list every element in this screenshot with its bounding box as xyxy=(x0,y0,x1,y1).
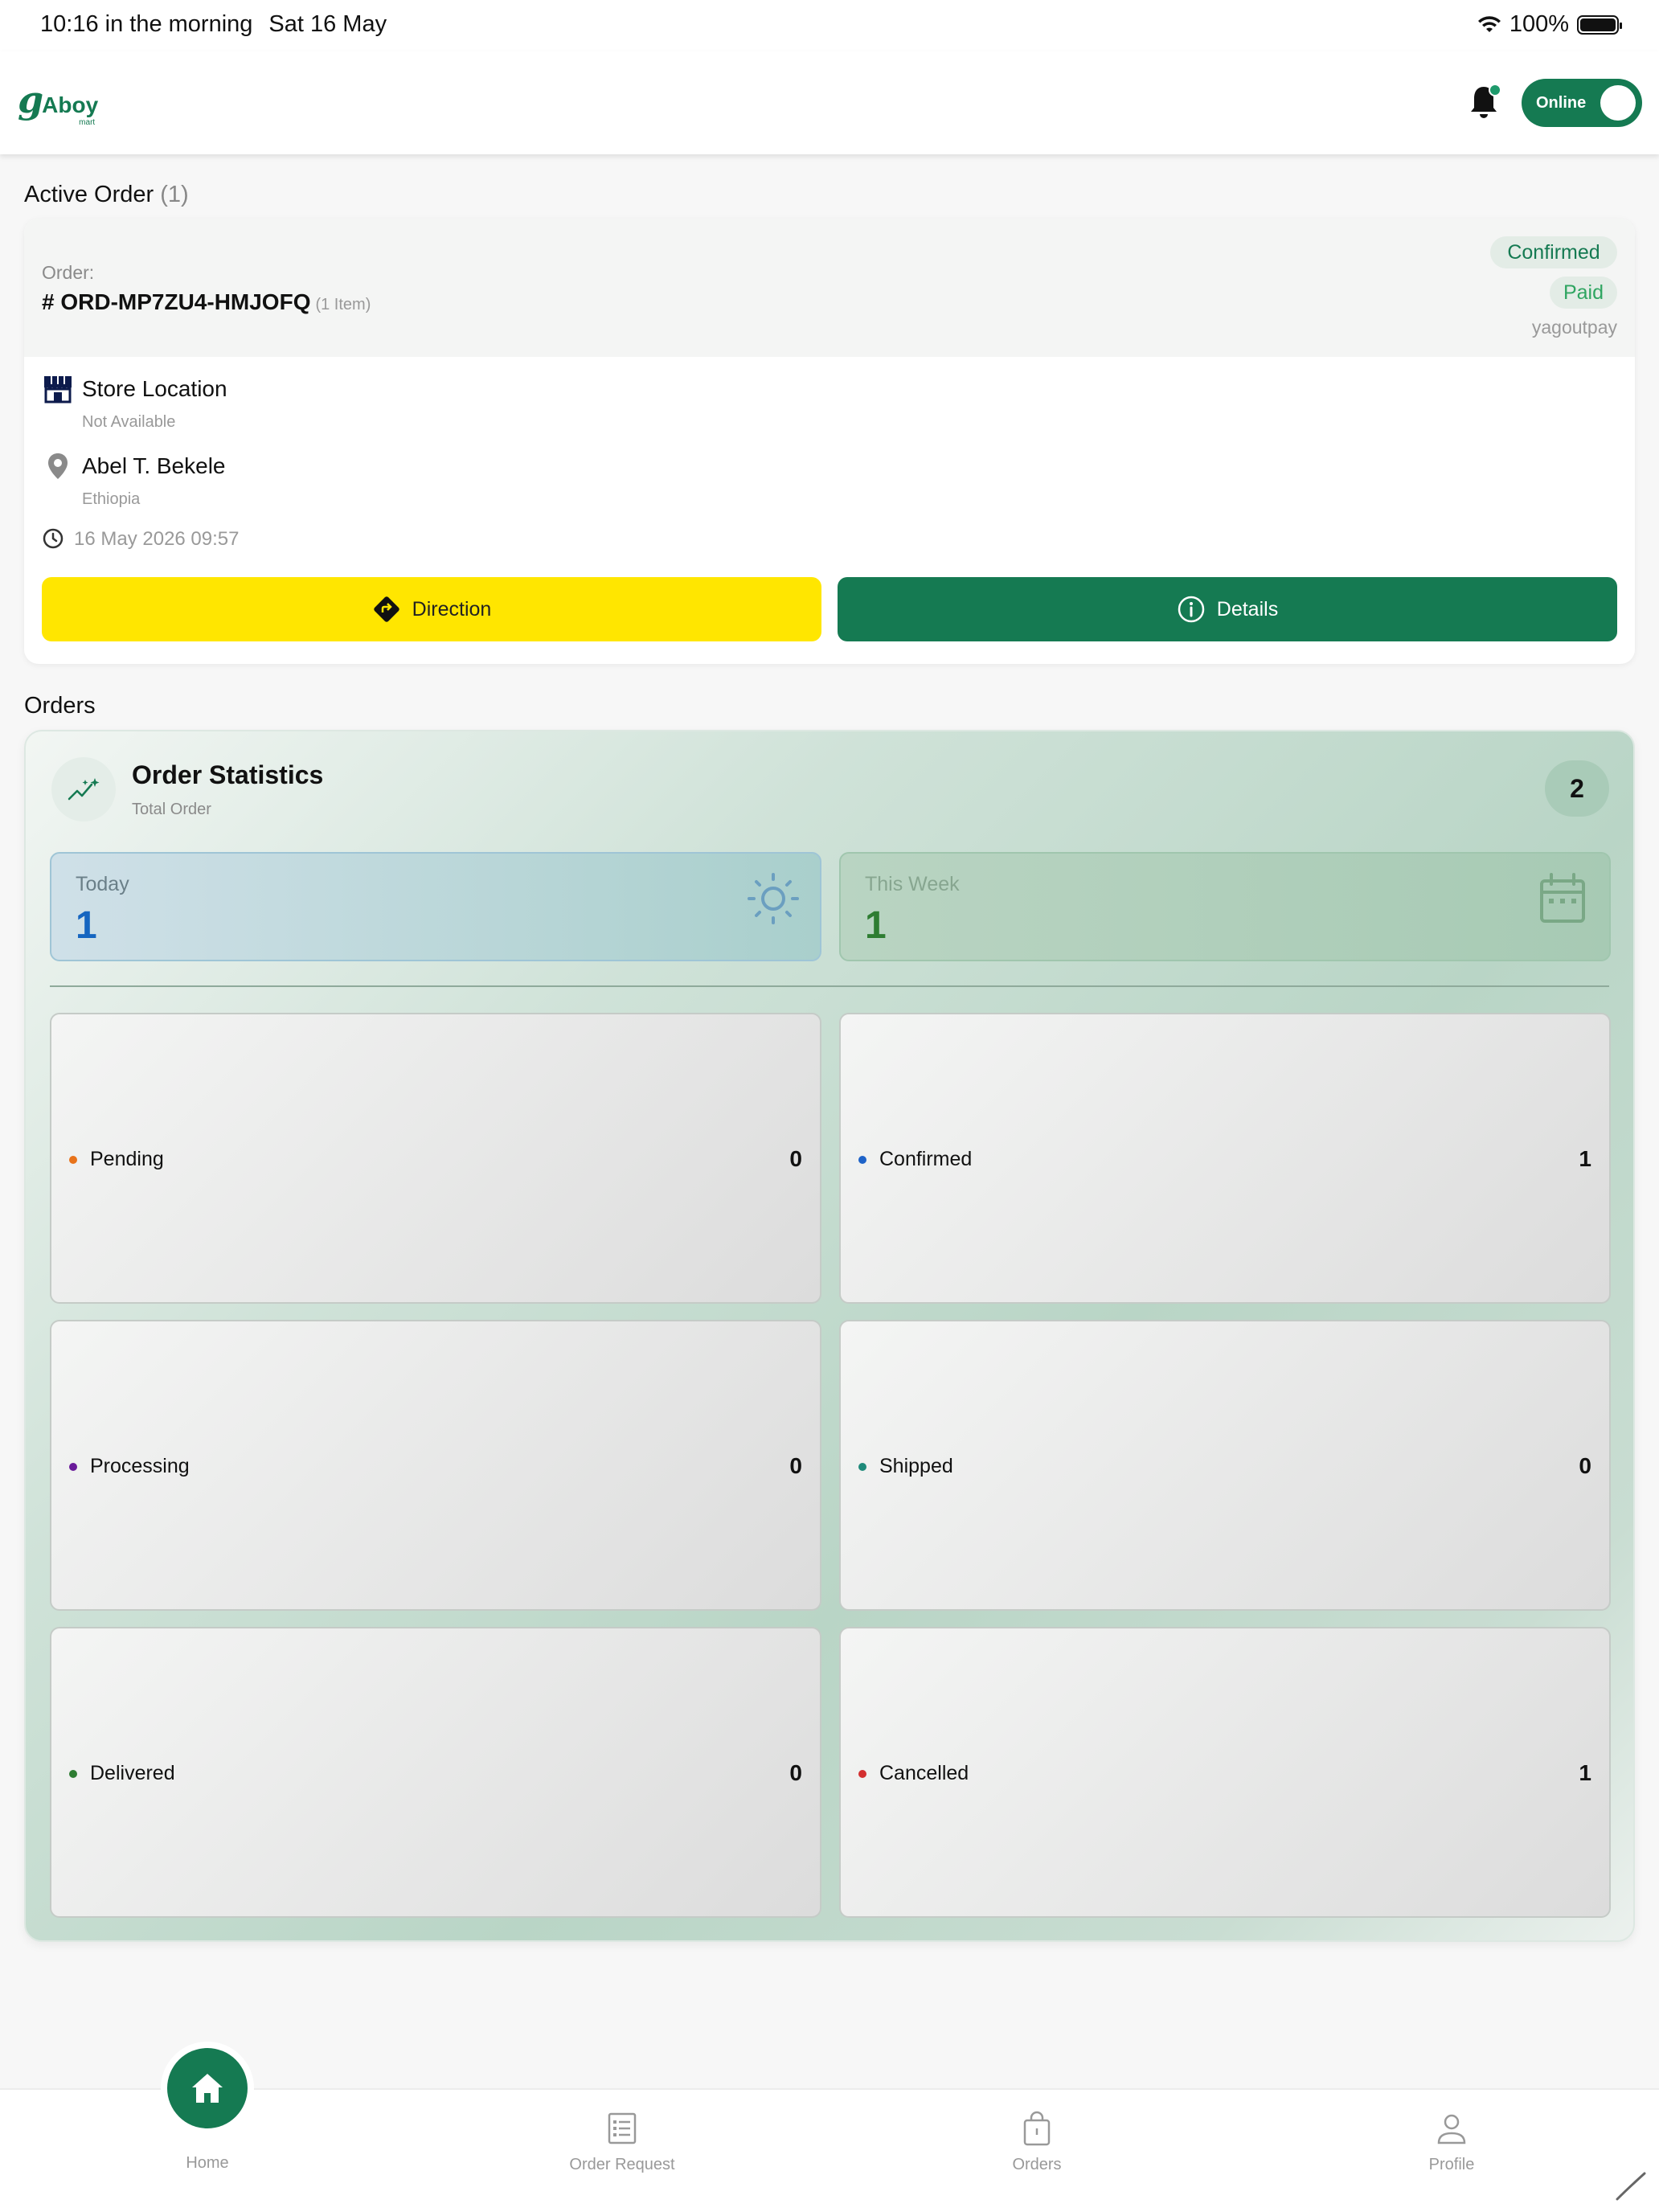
status-count: 0 xyxy=(789,1146,802,1171)
order-card-header: Order: # ORD-MP7ZU4-HMJOFQ (1 Item) Confi… xyxy=(24,219,1635,357)
status-dot xyxy=(69,1770,77,1778)
today-value: 1 xyxy=(76,904,97,947)
active-order-card[interactable]: Order: # ORD-MP7ZU4-HMJOFQ (1 Item) Confi… xyxy=(24,219,1635,664)
details-button[interactable]: Details xyxy=(838,577,1617,641)
status-dot xyxy=(69,1463,77,1471)
status-tile-processing[interactable]: Processing 0 xyxy=(50,1320,821,1611)
stats-title: Order Statistics xyxy=(132,760,324,789)
list-icon xyxy=(608,2112,637,2144)
nav-home-button[interactable] xyxy=(161,2042,254,2135)
active-order-title-text: Active Order xyxy=(24,182,154,207)
online-label: Online xyxy=(1536,94,1587,112)
status-dot xyxy=(858,1463,866,1471)
wifi-icon xyxy=(1477,15,1501,32)
status-tile-delivered[interactable]: Delivered 0 xyxy=(50,1627,821,1918)
direction-button[interactable]: Direction xyxy=(42,577,821,641)
notification-dot xyxy=(1489,84,1501,96)
status-tile-pending[interactable]: Pending 0 xyxy=(50,1013,821,1304)
stats-divider xyxy=(50,985,1609,987)
online-toggle[interactable]: Online xyxy=(1522,79,1642,127)
nav-order-request-label: Order Request xyxy=(569,2156,675,2173)
date-text: Sat 16 May xyxy=(268,11,387,37)
status-bar: 10:16 in the morning Sat 16 May 100% xyxy=(0,0,1659,51)
today-label: Today xyxy=(76,873,129,895)
shopping-bag-icon xyxy=(1023,2111,1051,2146)
order-status-badge: Confirmed xyxy=(1490,236,1617,268)
status-tile-confirmed[interactable]: Confirmed 1 xyxy=(839,1013,1611,1304)
battery-icon xyxy=(1577,14,1622,35)
home-fab-inner xyxy=(167,2048,248,2128)
status-time: 10:16 in the morning Sat 16 May xyxy=(40,11,387,38)
logo-sub: mart xyxy=(79,118,96,127)
status-label: Delivered xyxy=(90,1762,175,1784)
status-label: Processing xyxy=(90,1455,190,1477)
details-button-label: Details xyxy=(1216,597,1279,621)
clock-text: 10:16 in the morning xyxy=(40,11,253,37)
today-box: Today 1 xyxy=(50,852,821,961)
app-logo: g Aboy mart xyxy=(18,78,99,127)
direction-button-label: Direction xyxy=(412,597,492,621)
status-label: Confirmed xyxy=(879,1148,973,1170)
status-count: 0 xyxy=(789,1453,802,1478)
status-count: 0 xyxy=(789,1760,802,1785)
store-location-title: Store Location xyxy=(82,376,227,401)
store-icon xyxy=(44,376,72,403)
payment-method: yagoutpay xyxy=(1531,317,1617,338)
status-label: Pending xyxy=(90,1148,164,1170)
orders-section-title: Orders xyxy=(24,693,96,719)
info-icon xyxy=(1178,596,1205,623)
app-header: g Aboy mart Online xyxy=(0,51,1659,154)
customer-country: Ethiopia xyxy=(82,490,141,508)
status-right: 100% xyxy=(1477,11,1622,38)
battery-percent: 100% xyxy=(1509,11,1569,37)
order-items-count: (1 Item) xyxy=(315,296,371,313)
location-pin-icon xyxy=(48,453,68,479)
pencil-stroke-icon xyxy=(1616,2172,1646,2201)
direction-icon xyxy=(373,596,399,622)
status-count: 0 xyxy=(1579,1453,1591,1478)
status-count: 1 xyxy=(1579,1760,1591,1785)
profile-icon xyxy=(1437,2114,1466,2144)
status-dot xyxy=(858,1770,866,1778)
status-tile-shipped[interactable]: Shipped 0 xyxy=(839,1320,1611,1611)
stats-subtitle: Total Order xyxy=(132,801,211,818)
logo-text: Aboy xyxy=(42,92,99,117)
status-label: Shipped xyxy=(879,1455,953,1477)
home-icon xyxy=(192,2074,223,2103)
week-box: This Week 1 xyxy=(839,852,1611,961)
order-statistics-card: Order Statistics Total Order 2 Today 1 T… xyxy=(24,730,1635,1942)
store-location-value: Not Available xyxy=(82,413,176,431)
week-label: This Week xyxy=(865,873,960,895)
nav-profile[interactable]: Profile xyxy=(1331,2090,1572,2212)
total-orders-badge: 2 xyxy=(1545,760,1609,817)
active-order-title: Active Order (1) xyxy=(24,182,189,208)
clock-icon xyxy=(43,528,63,549)
order-label: Order: xyxy=(42,262,95,283)
logo-mark: g xyxy=(18,78,44,121)
nav-home-label: Home xyxy=(186,2154,229,2172)
nav-orders-label: Orders xyxy=(1012,2156,1062,2173)
status-dot xyxy=(858,1156,866,1164)
payment-status-badge: Paid xyxy=(1550,276,1617,309)
order-datetime: 16 May 2026 09:57 xyxy=(74,528,240,550)
status-label: Cancelled xyxy=(879,1762,969,1784)
trending-icon xyxy=(68,778,100,801)
customer-name: Abel T. Bekele xyxy=(82,453,226,478)
order-number-text: # ORD-MP7ZU4-HMJOFQ xyxy=(42,289,311,314)
status-tile-cancelled[interactable]: Cancelled 1 xyxy=(839,1627,1611,1918)
status-dot xyxy=(69,1156,77,1164)
active-order-count: (1) xyxy=(160,182,189,207)
nav-orders[interactable]: Orders xyxy=(916,2090,1157,2212)
sun-icon xyxy=(748,873,799,924)
nav-profile-label: Profile xyxy=(1428,2156,1475,2173)
calendar-icon xyxy=(1540,873,1585,923)
nav-order-request[interactable]: Order Request xyxy=(502,2090,743,2212)
week-value: 1 xyxy=(865,904,887,947)
stats-icon-wrap xyxy=(51,757,116,821)
status-count: 1 xyxy=(1579,1146,1591,1171)
order-number: # ORD-MP7ZU4-HMJOFQ (1 Item) xyxy=(42,289,371,315)
toggle-knob xyxy=(1600,85,1636,121)
